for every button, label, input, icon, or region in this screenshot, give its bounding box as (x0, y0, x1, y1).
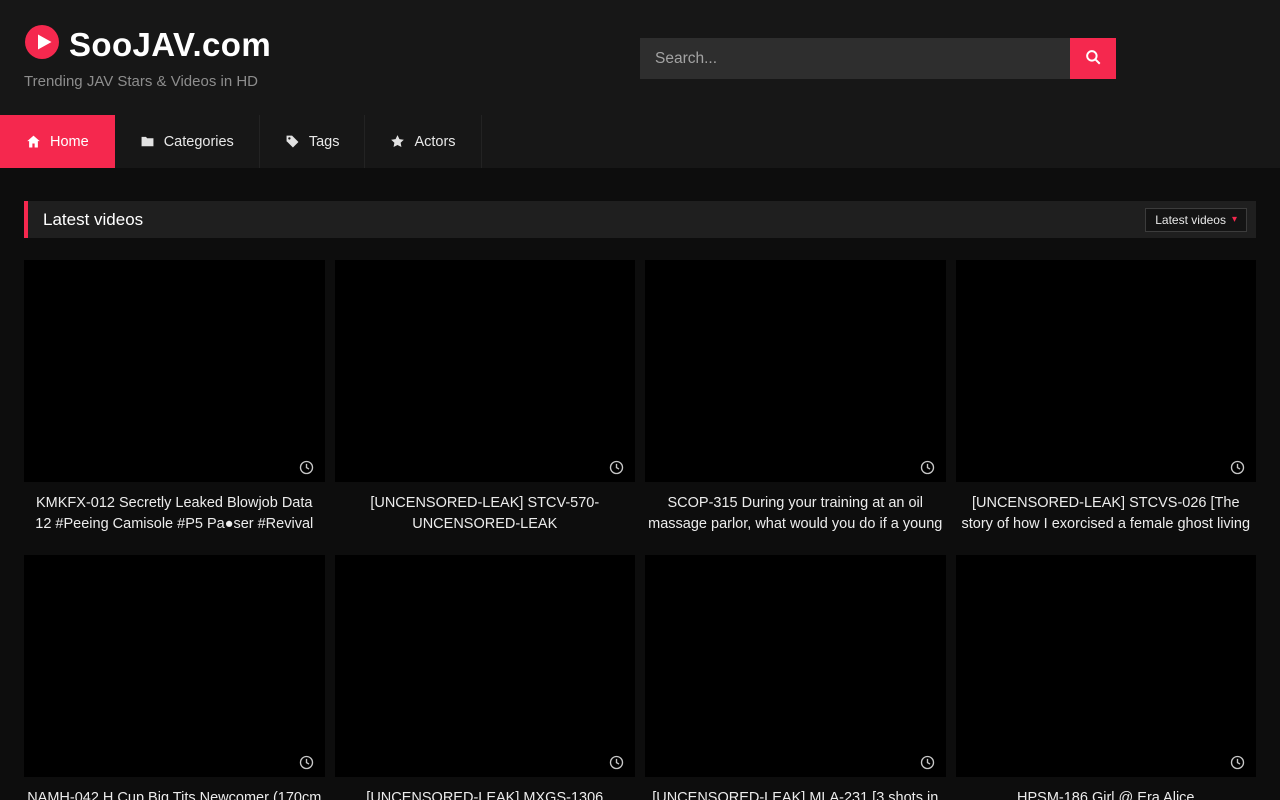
video-card: [UNCENSORED-LEAK] MXGS-1306 Absolutely (335, 555, 636, 800)
video-thumbnail[interactable] (956, 260, 1257, 482)
search-input[interactable] (640, 38, 1070, 79)
video-thumbnail[interactable] (335, 555, 636, 777)
clock-icon (920, 755, 935, 770)
tag-icon (285, 134, 300, 149)
site-title: SooJAV.com (69, 26, 271, 64)
video-thumbnail[interactable] (24, 555, 325, 777)
section-header: Latest videos Latest videos ▾ (24, 201, 1256, 238)
clock-icon (1230, 460, 1245, 475)
video-thumbnail[interactable] (335, 260, 636, 482)
clock-icon (299, 460, 314, 475)
video-title-link[interactable]: NAMH-042 H Cup Big Tits Newcomer (170cm … (26, 788, 323, 800)
star-icon (390, 134, 405, 149)
nav-item-label: Actors (414, 134, 455, 150)
clock-icon (1230, 755, 1245, 770)
search-button[interactable] (1070, 38, 1116, 79)
clock-icon (299, 755, 314, 770)
video-title-link[interactable]: [UNCENSORED-LEAK] STCV-570-UNCENSORED-LE… (337, 493, 634, 534)
video-card: KMKFX-012 Secretly Leaked Blowjob Data 1… (24, 260, 325, 534)
video-title-link[interactable]: [UNCENSORED-LEAK] MXGS-1306 Absolutely (337, 788, 634, 800)
nav-item-tags[interactable]: Tags (260, 115, 366, 168)
video-title-link[interactable]: SCOP-315 During your training at an oil … (647, 493, 944, 534)
play-icon (24, 24, 60, 65)
video-card: SCOP-315 During your training at an oil … (645, 260, 946, 534)
nav-item-categories[interactable]: Categories (115, 115, 260, 168)
nav-item-label: Tags (309, 134, 340, 150)
video-grid: KMKFX-012 Secretly Leaked Blowjob Data 1… (24, 260, 1256, 800)
video-title-link[interactable]: [UNCENSORED-LEAK] STCVS-026 [The story o… (958, 493, 1255, 534)
sort-dropdown-label: Latest videos (1155, 213, 1226, 227)
video-thumbnail[interactable] (24, 260, 325, 482)
site-header: SooJAV.com Trending JAV Stars & Videos i… (0, 0, 1280, 115)
video-card: NAMH-042 H Cup Big Tits Newcomer (170cm … (24, 555, 325, 800)
nav-item-home[interactable]: Home (0, 115, 115, 168)
video-thumbnail[interactable] (956, 555, 1257, 777)
video-card: [UNCENSORED-LEAK] MLA-231 [3 shots in (645, 555, 946, 800)
site-tagline: Trending JAV Stars & Videos in HD (24, 73, 258, 90)
nav-item-label: Home (50, 134, 89, 150)
sort-dropdown[interactable]: Latest videos ▾ (1145, 208, 1247, 232)
search-bar (640, 38, 1116, 79)
video-thumbnail[interactable] (645, 260, 946, 482)
folder-icon (140, 134, 155, 149)
clock-icon (920, 460, 935, 475)
nav-item-actors[interactable]: Actors (365, 115, 481, 168)
section-title: Latest videos (43, 210, 143, 230)
clock-icon (609, 755, 624, 770)
video-card: HPSM-186 Girl @ Era Alice (956, 555, 1257, 800)
video-card: [UNCENSORED-LEAK] STCV-570-UNCENSORED-LE… (335, 260, 636, 534)
video-thumbnail[interactable] (645, 555, 946, 777)
video-title-link[interactable]: KMKFX-012 Secretly Leaked Blowjob Data 1… (26, 493, 323, 534)
video-card: [UNCENSORED-LEAK] STCVS-026 [The story o… (956, 260, 1257, 534)
clock-icon (609, 460, 624, 475)
home-icon (26, 134, 41, 149)
chevron-down-icon: ▾ (1232, 215, 1237, 225)
search-icon (1084, 48, 1102, 69)
nav-item-label: Categories (164, 134, 234, 150)
site-logo-link[interactable]: SooJAV.com (24, 24, 271, 65)
main-content: Latest videos Latest videos ▾ KMKFX-012 … (0, 201, 1280, 800)
video-title-link[interactable]: HPSM-186 Girl @ Era Alice (958, 788, 1255, 800)
main-nav: Home Categories Tags Actors (0, 115, 1280, 168)
video-title-link[interactable]: [UNCENSORED-LEAK] MLA-231 [3 shots in (647, 788, 944, 800)
